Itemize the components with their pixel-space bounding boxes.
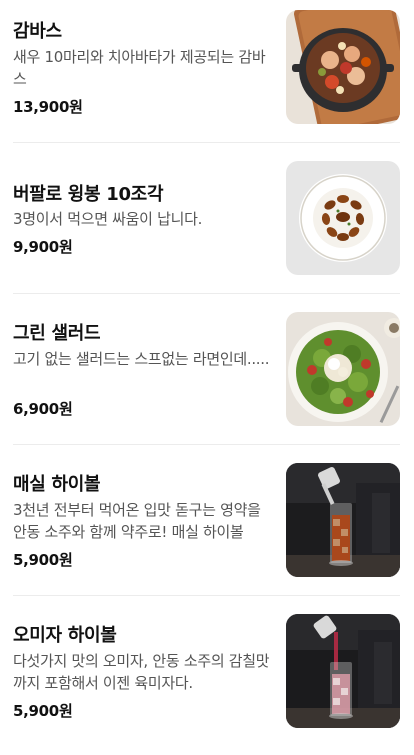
menu-item-price: 13,900원: [13, 98, 83, 116]
menu-item-price: 9,900원: [13, 238, 73, 256]
divider: [13, 595, 400, 596]
menu-item-omija-highball[interactable]: 오미자 하이볼 다섯가지 맛의 오미자, 안동 소주의 감칠맛까지 포함해서 이…: [0, 604, 414, 755]
menu-item-name: 그린 샐러드: [13, 323, 101, 344]
green-salad-bowl-photo: [286, 312, 400, 426]
menu-item-name: 오미자 하이볼: [13, 625, 117, 646]
menu-item-description: 다섯가지 맛의 오미자, 안동 소주의 감칠맛까지 포함해서 이젠 육미자다.: [13, 652, 270, 692]
menu-item-description: 3명이서 먹으면 싸움이 납니다.: [13, 210, 203, 228]
divider: [13, 444, 400, 445]
divider: [13, 293, 400, 294]
menu-item-plum-highball[interactable]: 매실 하이볼 3천년 전부터 먹어온 입맛 돋구는 영약을 안동 소주와 함께 …: [0, 453, 414, 604]
gambas-skillet-photo: [286, 10, 400, 124]
menu-item-price: 6,900원: [13, 400, 73, 418]
menu-item-price: 5,900원: [13, 551, 73, 569]
menu-item-description: 새우 10마리와 치아바타가 제공되는 감바스: [13, 48, 266, 88]
menu-item-description: 3천년 전부터 먹어온 입맛 돋구는 영약을 안동 소주와 함께 약주로! 매실…: [13, 501, 261, 541]
divider: [13, 142, 400, 143]
menu-item-name: 감바스: [13, 21, 62, 42]
menu-item-price: 5,900원: [13, 702, 73, 720]
menu-item-buffalo-wings[interactable]: 버팔로 윙봉 10조각 3명이서 먹으면 싸움이 납니다. 9,900원: [0, 151, 414, 302]
buffalo-wings-plate-photo: [286, 161, 400, 275]
menu-item-gambas[interactable]: 감바스 새우 10마리와 치아바타가 제공되는 감바스 13,900원: [0, 0, 414, 151]
menu-list: 감바스 새우 10마리와 치아바타가 제공되는 감바스 13,900원 버팔로 …: [0, 0, 414, 740]
menu-item-green-salad[interactable]: 그린 샐러드 고기 없는 샐러드는 스프없는 라면인데..... 6,900원: [0, 302, 414, 453]
menu-item-name: 매실 하이볼: [13, 474, 101, 495]
menu-item-description: 고기 없는 샐러드는 스프없는 라면인데.....: [13, 350, 270, 368]
menu-item-name: 버팔로 윙봉 10조각: [13, 184, 164, 205]
plum-highball-glass-photo: [286, 463, 400, 577]
omija-highball-glass-photo: [286, 614, 400, 728]
